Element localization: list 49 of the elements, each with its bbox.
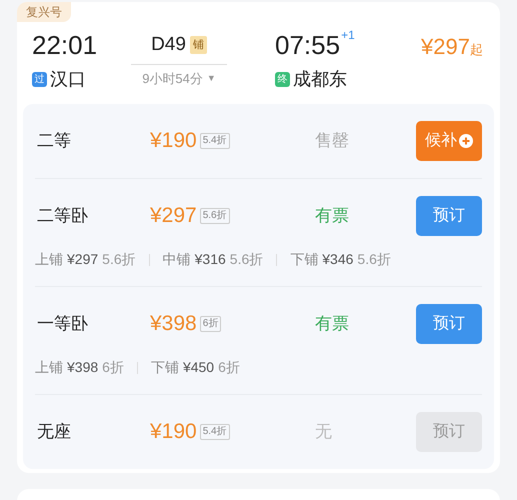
discount-tag: 5.6折 bbox=[200, 208, 230, 224]
seat-class: 一等卧 bbox=[36, 313, 89, 336]
discount-tag: 5.4折 bbox=[200, 424, 230, 440]
ticket-status: 无 bbox=[315, 421, 332, 444]
day-offset: +1 bbox=[341, 28, 355, 42]
berth-price: ¥346 bbox=[322, 250, 354, 269]
ticket-status: 有票 bbox=[315, 205, 349, 228]
departure-time: 22:01 bbox=[32, 29, 98, 62]
plus-icon bbox=[459, 134, 473, 148]
book-button[interactable]: 预订 bbox=[416, 196, 482, 236]
berth-type: 中铺 bbox=[162, 250, 191, 269]
berth-price: ¥297 bbox=[67, 250, 98, 269]
station-name: 汉口 bbox=[50, 68, 86, 90]
price-suffix: 起 bbox=[470, 41, 483, 59]
berth-badge: 铺 bbox=[190, 36, 207, 54]
waitlist-button[interactable]: 候补 bbox=[416, 121, 482, 161]
station-badge: 终 bbox=[275, 72, 290, 86]
berth-type: 上铺 bbox=[35, 358, 63, 377]
station-badge: 过 bbox=[32, 72, 47, 86]
lowest-price: ¥297 bbox=[421, 33, 470, 61]
seat-price: ¥190 bbox=[150, 419, 197, 446]
berth-discount: 6折 bbox=[218, 358, 240, 377]
berth-price: ¥450 bbox=[182, 358, 214, 377]
book-button[interactable]: 预订 bbox=[416, 304, 482, 344]
caret-icon: ▼ bbox=[206, 72, 216, 86]
ticket-status: 有票 bbox=[315, 313, 349, 336]
berth-discount: 5.6折 bbox=[357, 250, 391, 269]
duration: 9小时54分 bbox=[142, 70, 203, 88]
arrival-time: 07:55 bbox=[275, 29, 340, 62]
seat-class: 二等卧 bbox=[36, 205, 89, 228]
train-number: D49 bbox=[151, 32, 186, 57]
berth-type: 下铺 bbox=[290, 250, 318, 269]
berth-discount: 6折 bbox=[102, 358, 124, 377]
seat-price: ¥190 bbox=[150, 128, 197, 154]
seat-price: ¥297 bbox=[150, 203, 197, 230]
berth-discount: 5.6折 bbox=[102, 250, 136, 269]
berth-type: 下铺 bbox=[150, 358, 179, 377]
ticket-status: 售罄 bbox=[315, 130, 349, 152]
seat-price: ¥398 bbox=[150, 311, 197, 338]
station-name: 成都东 bbox=[293, 68, 347, 90]
seat-class: 无座 bbox=[36, 421, 72, 444]
berth-type: 上铺 bbox=[35, 250, 63, 269]
seat-class: 二等 bbox=[36, 130, 72, 152]
discount-tag: 6折 bbox=[200, 316, 222, 332]
berth-price: ¥316 bbox=[194, 250, 226, 269]
discount-tag: 5.4折 bbox=[200, 133, 230, 149]
berth-discount: 5.6折 bbox=[230, 250, 264, 269]
train-type-tag: 复兴号 bbox=[17, 2, 71, 22]
berth-price: ¥398 bbox=[67, 358, 98, 377]
